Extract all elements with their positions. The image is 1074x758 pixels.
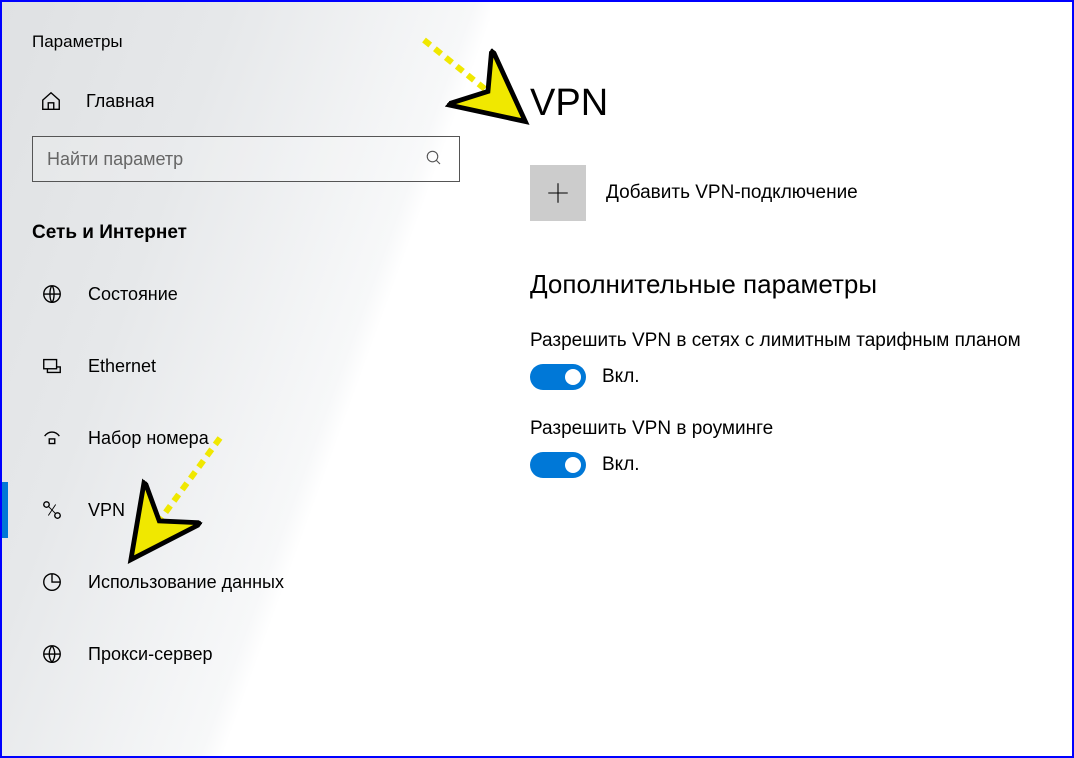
home-nav[interactable]: Главная [2,76,490,126]
sidebar-item-label: Ethernet [88,356,156,377]
sidebar-item-label: Состояние [88,284,178,305]
home-icon [40,90,62,112]
sidebar-item-label: Использование данных [88,572,284,593]
dialup-icon [40,426,64,450]
add-vpn-button[interactable]: Добавить VPN-подключение [530,165,1072,221]
sidebar-item-status[interactable]: Состояние [2,258,490,330]
sidebar-item-label: Набор номера [88,428,209,449]
sidebar-item-label: VPN [88,500,125,521]
sidebar-item-dialup[interactable]: Набор номера [2,402,490,474]
setting-roaming: Разрешить VPN в роуминге Вкл. [530,418,1072,478]
category-label: Сеть и Интернет [2,208,490,258]
search-input[interactable] [47,149,425,170]
toggle-roaming[interactable] [530,452,586,478]
setting-label: Разрешить VPN в сетях с лимитным тарифны… [530,330,1072,352]
main-content: VPN Добавить VPN-подключение Дополнитель… [490,2,1072,756]
ethernet-icon [40,354,64,378]
setting-label: Разрешить VPN в роуминге [530,418,1072,440]
plus-icon [530,165,586,221]
sidebar-item-ethernet[interactable]: Ethernet [2,330,490,402]
data-usage-icon [40,570,64,594]
toggle-state-label: Вкл. [602,454,640,476]
sidebar-item-vpn[interactable]: VPN [2,474,490,546]
section-title: Дополнительные параметры [530,269,1072,300]
sidebar-item-label: Прокси-сервер [88,644,213,665]
setting-metered: Разрешить VPN в сетях с лимитным тарифны… [530,330,1072,390]
app-title: Параметры [2,22,490,76]
search-box[interactable] [32,136,460,182]
sidebar-item-proxy[interactable]: Прокси-сервер [2,618,490,690]
vpn-icon [40,498,64,522]
sidebar-item-data-usage[interactable]: Использование данных [2,546,490,618]
home-label: Главная [86,91,155,112]
page-title: VPN [530,82,1072,125]
proxy-icon [40,642,64,666]
toggle-metered[interactable] [530,364,586,390]
add-vpn-label: Добавить VPN-подключение [606,182,858,204]
sidebar: Параметры Главная Сеть и Интернет Состоя… [2,2,490,756]
globe-status-icon [40,282,64,306]
search-icon [425,149,445,169]
toggle-state-label: Вкл. [602,366,640,388]
